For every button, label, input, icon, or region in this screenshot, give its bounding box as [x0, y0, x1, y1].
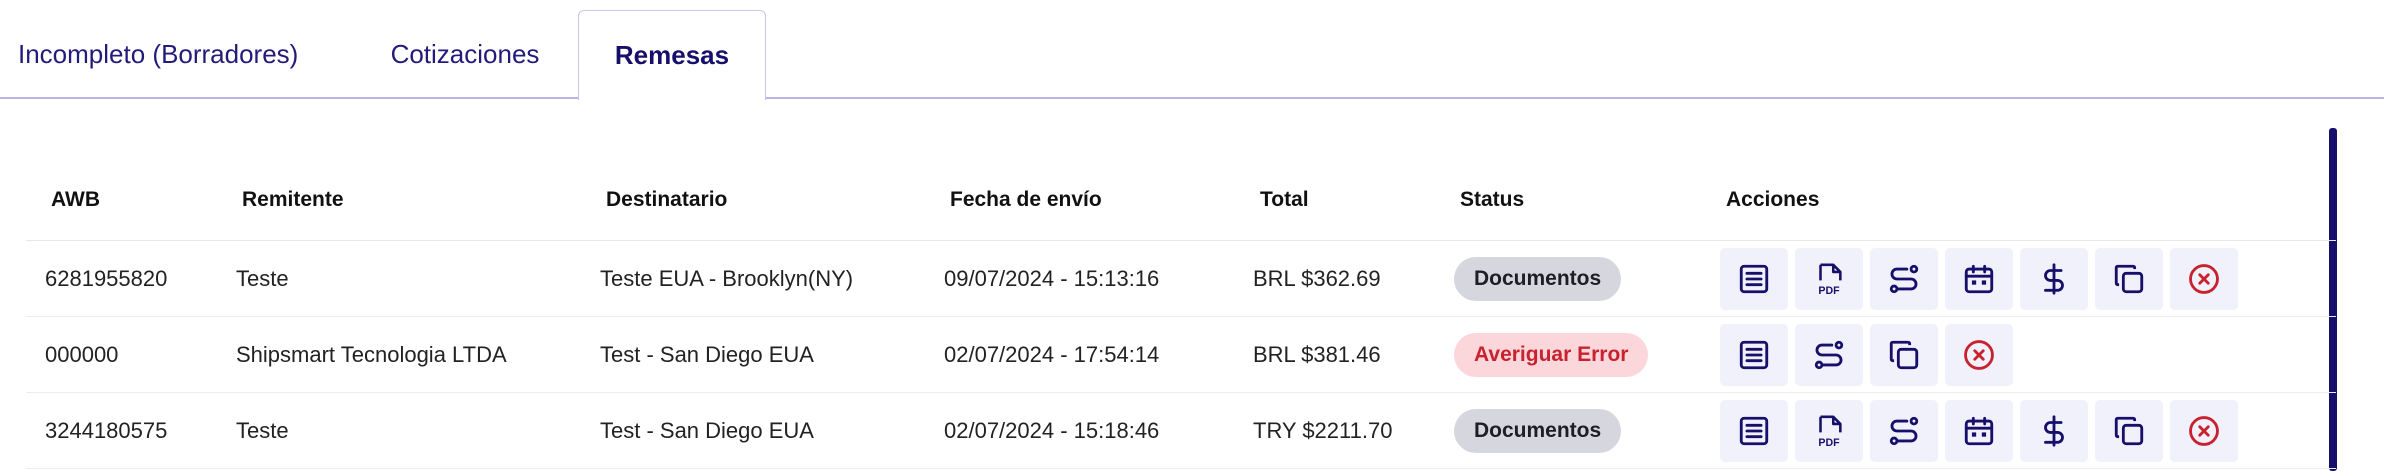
list-icon	[1737, 338, 1771, 372]
route-button[interactable]	[1795, 323, 1863, 386]
cell-destinatario: Teste EUA - Brooklyn(NY)	[600, 265, 854, 291]
table-row: 000000 Shipsmart Tecnologia LTDA Test - …	[26, 317, 2336, 393]
list-button[interactable]	[1720, 247, 1788, 310]
tab-bar: Incompleto (Borradores) Cotizaciones Rem…	[0, 0, 2384, 102]
cell-total: BRL $362.69	[1253, 265, 1381, 291]
cell-remitente: Teste	[236, 265, 289, 291]
cancel-icon	[2187, 262, 2221, 296]
route-icon	[1812, 338, 1846, 372]
cancel-icon	[1962, 338, 1996, 372]
header-acciones: Acciones	[1726, 188, 1820, 211]
status-badge: Documentos	[1454, 256, 1622, 301]
table-body: 6281955820 Teste Teste EUA - Brooklyn(NY…	[26, 241, 2336, 469]
tab-remesas[interactable]: Remesas	[578, 10, 766, 102]
status-badge: Documentos	[1454, 408, 1622, 453]
cancel-button[interactable]	[1945, 323, 2013, 386]
pdf-button[interactable]: PDF	[1795, 247, 1863, 310]
table-header: AWB Remitente Destinatario Fecha de enví…	[26, 160, 2336, 241]
pdf-icon: PDF	[1812, 414, 1846, 448]
pdf-icon: PDF	[1812, 262, 1846, 296]
cell-status: Documentos	[1454, 241, 1622, 316]
copy-button[interactable]	[2095, 399, 2163, 462]
cell-remitente: Shipsmart Tecnologia LTDA	[236, 341, 507, 367]
header-destinatario: Destinatario	[606, 188, 728, 211]
tab-cotizaciones[interactable]: Cotizaciones	[360, 10, 570, 99]
copy-button[interactable]	[2095, 247, 2163, 310]
cell-acciones: PDF	[1720, 241, 2238, 316]
list-icon	[1737, 414, 1771, 448]
cell-destinatario: Test - San Diego EUA	[600, 341, 814, 367]
dollar-icon	[2037, 414, 2071, 448]
cell-acciones	[1720, 317, 2013, 392]
dollar-icon	[2037, 262, 2071, 296]
tab-underline	[0, 97, 2384, 99]
copy-icon	[1887, 338, 1921, 372]
list-button[interactable]	[1720, 323, 1788, 386]
calendar-button[interactable]	[1945, 399, 2013, 462]
cancel-button[interactable]	[2170, 247, 2238, 310]
row-actions	[1720, 323, 2013, 386]
header-status: Status	[1460, 188, 1525, 211]
cell-fecha: 09/07/2024 - 15:13:16	[944, 265, 1160, 291]
cell-total: BRL $381.46	[1253, 341, 1381, 367]
header-total: Total	[1260, 188, 1309, 211]
dollar-button[interactable]	[2020, 247, 2088, 310]
cancel-icon	[2187, 414, 2221, 448]
cell-fecha: 02/07/2024 - 17:54:14	[944, 341, 1160, 367]
table-row: 6281955820 Teste Teste EUA - Brooklyn(NY…	[26, 241, 2336, 317]
cell-awb: 6281955820	[45, 265, 168, 291]
copy-icon	[2112, 414, 2146, 448]
cancel-button[interactable]	[2170, 399, 2238, 462]
svg-text:PDF: PDF	[1818, 436, 1840, 447]
dollar-button[interactable]	[2020, 399, 2088, 462]
status-badge: Averiguar Error	[1454, 332, 1649, 377]
table-row: 3244180575 Teste Test - San Diego EUA 02…	[26, 393, 2336, 469]
row-actions: PDF	[1720, 399, 2238, 462]
cell-awb: 3244180575	[45, 417, 168, 443]
header-fecha: Fecha de envío	[950, 188, 1102, 211]
cell-status: Documentos	[1454, 393, 1622, 468]
calendar-button[interactable]	[1945, 247, 2013, 310]
cell-fecha: 02/07/2024 - 15:18:46	[944, 417, 1160, 443]
row-actions: PDF	[1720, 247, 2238, 310]
route-icon	[1887, 414, 1921, 448]
header-awb: AWB	[51, 188, 100, 211]
header-remitente: Remitente	[242, 188, 344, 211]
cell-status: Averiguar Error	[1454, 317, 1649, 392]
pdf-button[interactable]: PDF	[1795, 399, 1863, 462]
cell-total: TRY $2211.70	[1253, 417, 1393, 443]
copy-icon	[2112, 262, 2146, 296]
tab-incompleto[interactable]: Incompleto (Borradores)	[0, 10, 338, 99]
calendar-icon	[1962, 414, 1996, 448]
list-icon	[1737, 262, 1771, 296]
route-icon	[1887, 262, 1921, 296]
shipments-table: AWB Remitente Destinatario Fecha de enví…	[26, 160, 2336, 469]
calendar-icon	[1962, 262, 1996, 296]
route-button[interactable]	[1870, 399, 1938, 462]
cell-acciones: PDF	[1720, 393, 2238, 468]
list-button[interactable]	[1720, 399, 1788, 462]
cell-destinatario: Test - San Diego EUA	[600, 417, 814, 443]
route-button[interactable]	[1870, 247, 1938, 310]
cell-remitente: Teste	[236, 417, 289, 443]
copy-button[interactable]	[1870, 323, 1938, 386]
cell-awb: 000000	[45, 341, 119, 367]
svg-text:PDF: PDF	[1818, 284, 1840, 295]
